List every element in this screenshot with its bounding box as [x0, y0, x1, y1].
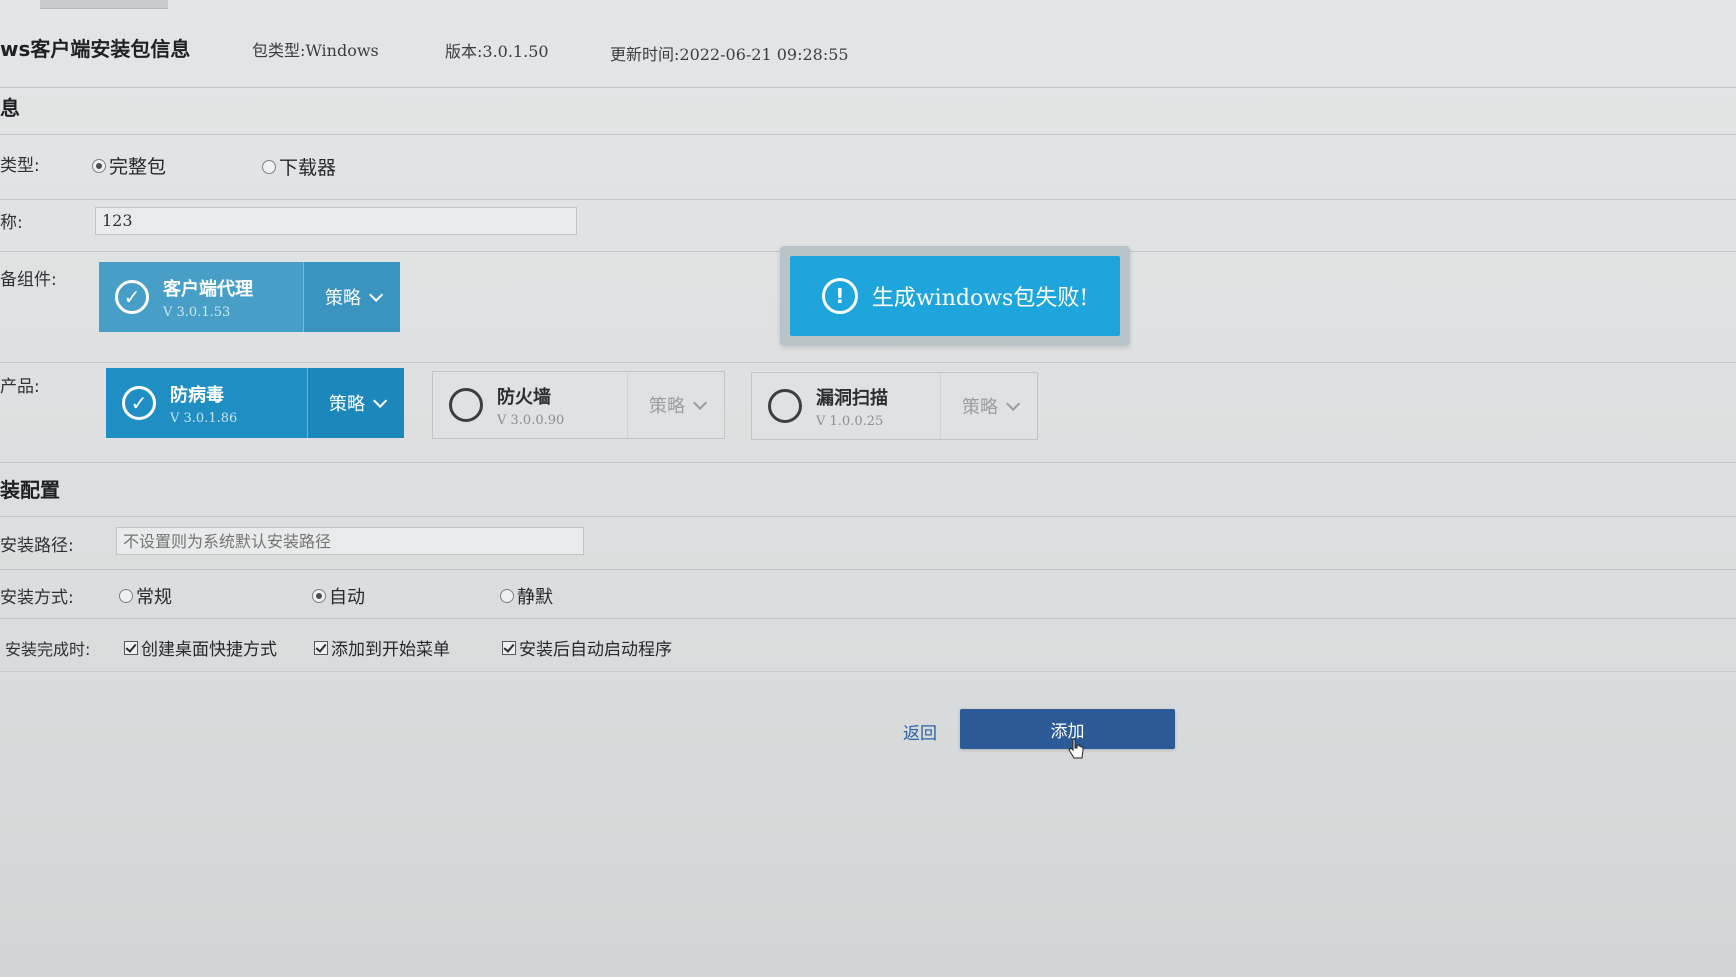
product-version: V 1.0.0.25	[816, 413, 884, 429]
install-path-input[interactable]	[116, 527, 584, 555]
radio-dot-selected[interactable]	[312, 589, 326, 603]
updated-time-text: 更新时间:2022-06-21 09:28:55	[610, 45, 849, 64]
hand-cursor-icon	[1068, 738, 1084, 759]
component-policy-dropdown[interactable]: 策略	[303, 262, 400, 332]
toast-container: ! 生成windows包失败!	[780, 246, 1130, 346]
policy-label: 策略	[962, 397, 998, 418]
divider	[0, 569, 1736, 570]
radio-mode-auto[interactable]: 自动	[312, 583, 365, 609]
component-name: 客户端代理	[163, 278, 253, 300]
checkbox-autostart-label: 安装后自动启动程序	[519, 640, 672, 660]
divider	[0, 618, 1736, 619]
check-circle-icon: ✓	[122, 386, 156, 420]
version-text: 版本:3.0.1.50	[445, 42, 549, 61]
component-label: 备组件:	[0, 270, 57, 290]
empty-circle-icon	[768, 389, 802, 423]
divider	[0, 362, 1736, 363]
radio-full-package-label: 完整包	[109, 156, 167, 178]
checkbox-start-menu[interactable]: 添加到开始菜单	[314, 635, 450, 660]
policy-label: 策略	[329, 394, 365, 415]
product-label: 产品:	[0, 377, 40, 397]
checkbox-desktop-shortcut-label: 创建桌面快捷方式	[141, 640, 277, 660]
chevron-down-icon	[373, 393, 388, 408]
package-type-text: 包类型:Windows	[252, 41, 379, 60]
divider	[0, 87, 1736, 88]
product-version: V 3.0.0.90	[497, 412, 565, 428]
check-circle-icon: ✓	[115, 280, 149, 314]
product-policy-dropdown[interactable]: 策略	[307, 368, 404, 438]
install-path-label: 安装路径:	[0, 536, 74, 556]
product-name: 漏洞扫描	[816, 387, 888, 409]
product-card-vuln-scan[interactable]: 漏洞扫描 V 1.0.0.25 策略	[751, 372, 1038, 440]
exclamation-icon: !	[821, 278, 858, 314]
product-policy-dropdown[interactable]: 策略	[627, 372, 724, 438]
policy-label: 策略	[325, 288, 361, 309]
package-info-title: ws客户端安装包信息	[0, 37, 191, 61]
radio-mode-auto-label: 自动	[329, 587, 365, 608]
checkbox-autostart[interactable]: 安装后自动启动程序	[502, 635, 672, 660]
radio-mode-normal-label: 常规	[136, 587, 172, 608]
empty-circle-icon	[449, 388, 483, 422]
checkbox-checked-icon[interactable]	[502, 640, 516, 655]
toast-message: 生成windows包失败!	[871, 286, 1089, 311]
chevron-down-icon	[369, 287, 384, 302]
radio-dot-selected[interactable]	[92, 158, 106, 173]
product-name: 防火墙	[497, 386, 551, 408]
chevron-down-icon	[1006, 396, 1021, 411]
basic-section-title: 息	[0, 96, 20, 120]
top-tab[interactable]	[40, 0, 168, 9]
component-card-client-agent[interactable]: ✓ 客户端代理 V 3.0.1.53 策略	[99, 262, 400, 332]
radio-downloader-label: 下载器	[279, 157, 337, 179]
radio-dot[interactable]	[262, 159, 276, 174]
radio-dot[interactable]	[119, 589, 133, 603]
product-name: 防病毒	[170, 384, 224, 406]
chevron-down-icon	[693, 395, 708, 410]
product-policy-dropdown[interactable]: 策略	[940, 373, 1037, 439]
component-version: V 3.0.1.53	[163, 304, 231, 320]
product-card-antivirus[interactable]: ✓ 防病毒 V 3.0.1.86 策略	[106, 368, 404, 438]
checkbox-desktop-shortcut[interactable]: 创建桌面快捷方式	[124, 635, 277, 660]
divider	[0, 462, 1736, 463]
divider	[0, 199, 1736, 200]
radio-mode-silent-label: 静默	[517, 587, 553, 608]
finish-label: 安装完成时:	[5, 640, 91, 659]
name-label: 称:	[0, 213, 23, 233]
radio-mode-normal[interactable]: 常规	[119, 583, 172, 609]
product-card-firewall[interactable]: 防火墙 V 3.0.0.90 策略	[432, 371, 725, 439]
divider	[0, 516, 1736, 517]
product-version: V 3.0.1.86	[170, 410, 238, 426]
package-name-input[interactable]: 123	[95, 207, 577, 235]
install-mode-label: 安装方式:	[0, 588, 74, 608]
checkbox-checked-icon[interactable]	[124, 640, 138, 655]
install-section-title: 装配置	[0, 478, 60, 502]
page: ws客户端安装包信息 包类型:Windows 版本:3.0.1.50 更新时间:…	[0, 0, 1736, 977]
checkbox-checked-icon[interactable]	[314, 640, 328, 655]
radio-downloader[interactable]: 下载器	[262, 153, 336, 180]
divider	[0, 671, 1736, 672]
divider	[0, 134, 1736, 135]
policy-label: 策略	[649, 396, 685, 417]
radio-mode-silent[interactable]: 静默	[500, 583, 553, 609]
back-link[interactable]: 返回	[903, 719, 937, 744]
checkbox-start-menu-label: 添加到开始菜单	[331, 640, 450, 660]
radio-dot[interactable]	[500, 589, 514, 603]
error-toast: ! 生成windows包失败!	[790, 256, 1120, 336]
type-label: 类型:	[0, 156, 40, 176]
radio-full-package[interactable]: 完整包	[92, 152, 166, 179]
